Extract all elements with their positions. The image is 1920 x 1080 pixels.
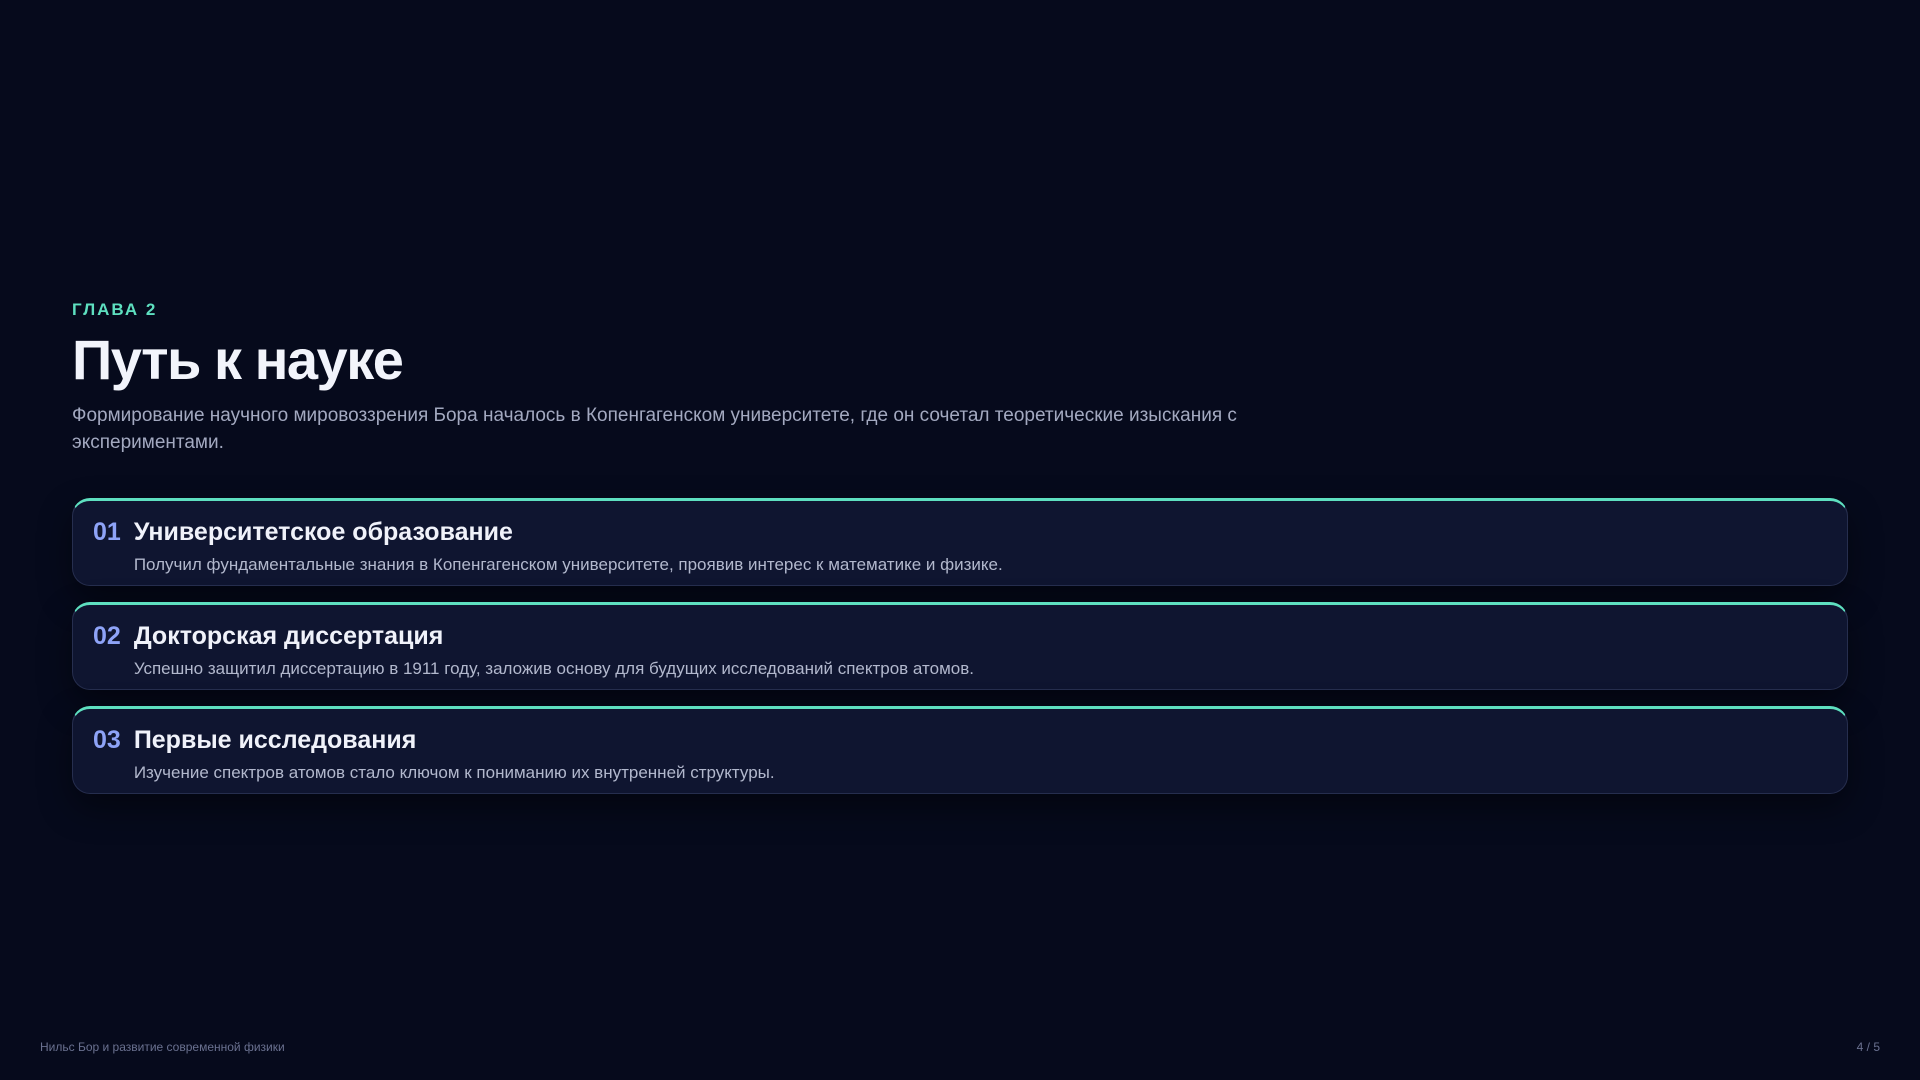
card-title: Докторская диссертация (133, 622, 444, 650)
slide-content: ГЛАВА 2 Путь к науке Формирование научно… (72, 300, 1848, 794)
timeline-card: 03 Первые исследования Изучение спектров… (72, 706, 1848, 794)
footer-page-indicator: 4 / 5 (1856, 1040, 1880, 1054)
card-title: Университетское образование (133, 518, 513, 546)
timeline-card: 02 Докторская диссертация Успешно защити… (72, 602, 1848, 690)
card-title: Первые исследования (133, 726, 417, 754)
footer-presentation-title: Нильс Бор и развитие современной физики (40, 1040, 285, 1054)
timeline-card: 01 Университетское образование Получил ф… (72, 498, 1848, 586)
slide-subtitle: Формирование научного мировоззрения Бора… (72, 405, 1237, 453)
chapter-label: ГЛАВА 2 (72, 300, 158, 319)
card-description: Успешно защитил диссертацию в 1911 году,… (133, 659, 974, 678)
slide-title: Путь к науке (72, 328, 404, 391)
card-number: 01 (93, 518, 121, 546)
card-number: 02 (93, 622, 121, 650)
card-number: 03 (93, 726, 121, 754)
card-description: Получил фундаментальные знания в Копенга… (133, 555, 1003, 574)
card-description: Изучение спектров атомов стало ключом к … (133, 763, 775, 782)
timeline-cards: 01 Университетское образование Получил ф… (72, 498, 1848, 794)
